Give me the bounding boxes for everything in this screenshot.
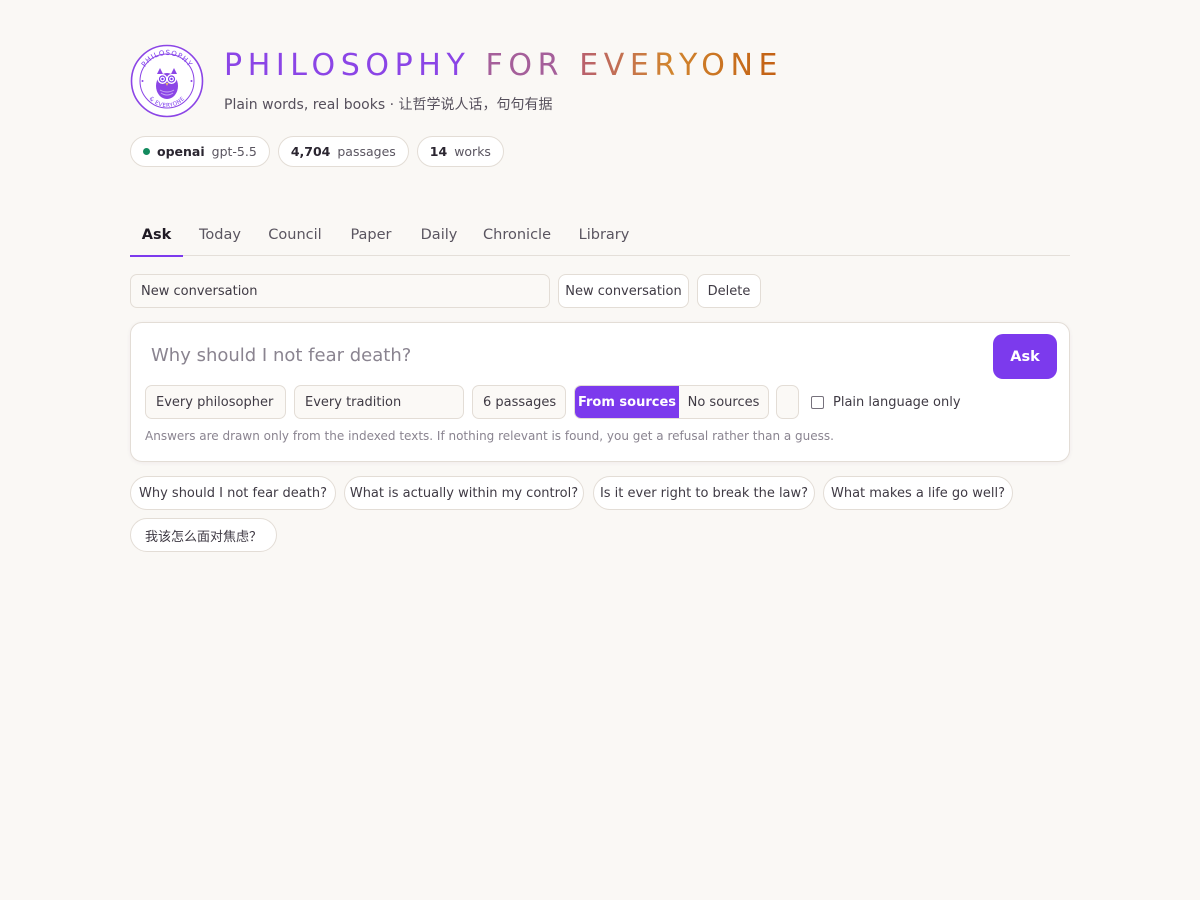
works-pill: 14 works — [416, 136, 504, 167]
stats-bar: openai gpt-5.5 4,704 passages 14 works — [130, 136, 504, 167]
extra-select[interactable] — [776, 385, 799, 419]
suggestion-chip[interactable]: What is actually within my control? — [344, 476, 584, 510]
conversation-select[interactable]: New conversation — [130, 274, 550, 308]
delete-conversation-button[interactable]: Delete — [697, 274, 761, 308]
main-tabs: Ask Today Council Paper Daily Chronicle … — [130, 214, 1070, 257]
sources-note: Answers are drawn only from the indexed … — [145, 429, 834, 443]
app-title: PHILOSOPHY FOR EVERYONE — [224, 48, 783, 83]
philosopher-select[interactable]: Every philosopher — [145, 385, 286, 419]
title-space — [564, 48, 579, 83]
title-word-philosophy: PHILOSOPHY — [224, 48, 471, 83]
plain-language-checkbox[interactable] — [811, 395, 824, 409]
title-word-for: FOR — [485, 48, 565, 83]
suggestion-chip[interactable]: Why should I not fear death? — [130, 476, 336, 510]
owl-logo-icon: PHILOSOPHY & EVERYONE — [130, 44, 204, 118]
provider-name: openai — [157, 144, 205, 159]
passages-pill: 4,704 passages — [277, 136, 409, 167]
passages-select[interactable]: 6 passages — [472, 385, 566, 419]
tab-library[interactable]: Library — [573, 214, 635, 256]
works-label: works — [454, 144, 491, 159]
no-sources-option[interactable]: No sources — [679, 386, 768, 418]
tab-chronicle[interactable]: Chronicle — [479, 214, 555, 256]
works-count: 14 — [429, 144, 448, 159]
title-word-everyone: EVERYONE — [579, 48, 784, 83]
status-dot-icon — [143, 148, 150, 155]
app-subtitle: Plain words, real books · 让哲学说人话，句句有据 — [224, 97, 553, 113]
suggestion-chip[interactable]: Is it ever right to break the law? — [593, 476, 815, 510]
tab-paper[interactable]: Paper — [343, 214, 399, 256]
ask-card: Why should I not fear death? Ask Every p… — [130, 322, 1070, 462]
plain-language-toggle[interactable]: Plain language only — [811, 385, 961, 419]
question-input[interactable]: Why should I not fear death? — [151, 345, 411, 366]
model-name: gpt-5.5 — [211, 144, 257, 159]
source-mode-toggle: From sources No sources — [574, 385, 769, 419]
model-pill: openai gpt-5.5 — [130, 136, 270, 167]
tab-daily[interactable]: Daily — [415, 214, 463, 256]
title-space — [470, 48, 485, 83]
passages-label: passages — [337, 144, 396, 159]
passages-count: 4,704 — [290, 144, 331, 159]
ask-button[interactable]: Ask — [993, 334, 1057, 379]
tradition-select[interactable]: Every tradition — [294, 385, 464, 419]
from-sources-option[interactable]: From sources — [575, 386, 679, 418]
new-conversation-button[interactable]: New conversation — [558, 274, 689, 308]
suggestion-chip[interactable]: What makes a life go well? — [823, 476, 1013, 510]
plain-language-label: Plain language only — [833, 394, 961, 410]
tab-today[interactable]: Today — [191, 214, 249, 256]
suggestion-chip[interactable]: 我该怎么面对焦虑？ — [130, 518, 277, 552]
tab-council[interactable]: Council — [263, 214, 327, 256]
tab-ask[interactable]: Ask — [130, 214, 183, 257]
